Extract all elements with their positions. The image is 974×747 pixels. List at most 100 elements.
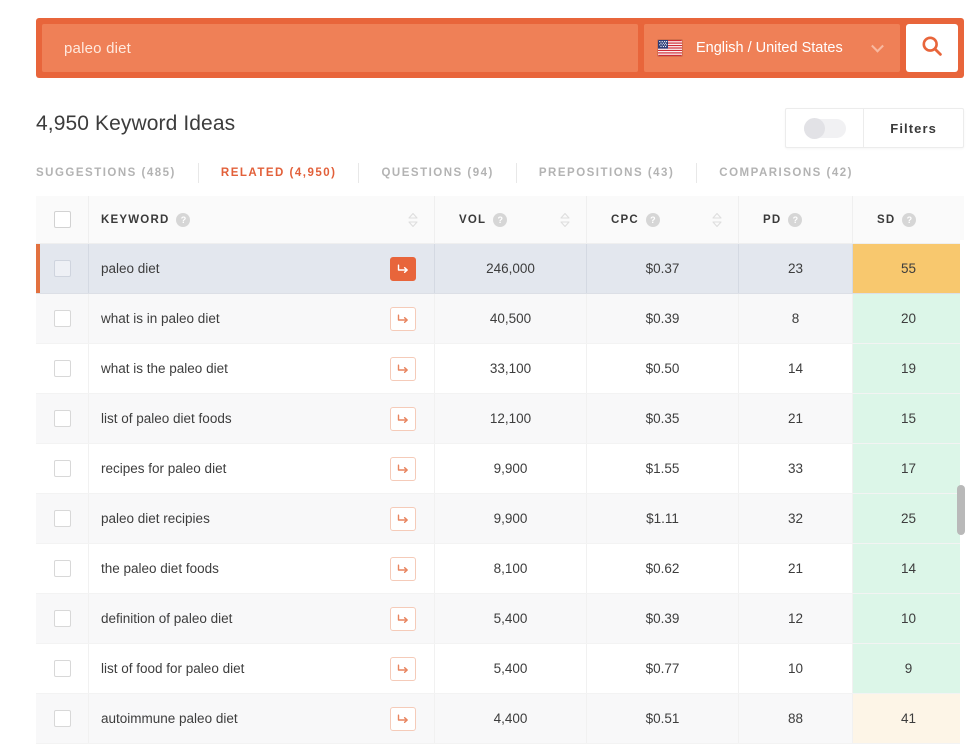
- search-icon: [920, 34, 944, 63]
- tab-comparisons[interactable]: COMPARISONS (42): [697, 167, 875, 179]
- table-body: paleo diet246,000$0.372355what is in pal…: [36, 244, 964, 744]
- cell-keyword[interactable]: list of paleo diet foods: [88, 394, 434, 443]
- cell-keyword[interactable]: list of food for paleo diet: [88, 644, 434, 693]
- scrollbar-thumb[interactable]: [957, 485, 965, 535]
- table-row[interactable]: paleo diet recipies9,900$1.113225: [36, 494, 964, 544]
- table-row[interactable]: what is the paleo diet33,100$0.501419: [36, 344, 964, 394]
- table-row[interactable]: autoimmune paleo diet4,400$0.518841: [36, 694, 964, 744]
- cell-sd: 9: [852, 644, 964, 693]
- cell-keyword[interactable]: what is in paleo diet: [88, 294, 434, 343]
- search-button[interactable]: [906, 24, 958, 72]
- keyword-text: definition of paleo diet: [101, 611, 382, 626]
- cell-keyword[interactable]: autoimmune paleo diet: [88, 694, 434, 743]
- sort-icon[interactable]: [560, 212, 570, 228]
- help-icon[interactable]: ?: [902, 213, 916, 227]
- pd-value: 33: [788, 461, 803, 476]
- keyword-text: what is the paleo diet: [101, 361, 382, 376]
- table-row[interactable]: paleo diet246,000$0.372355: [36, 244, 964, 294]
- table-header-row: KEYWORD ? VOL ?: [36, 196, 964, 244]
- table-row[interactable]: list of food for paleo diet5,400$0.77109: [36, 644, 964, 694]
- language-selector[interactable]: English / United States: [644, 24, 900, 72]
- arrow-turn-right-icon[interactable]: [390, 707, 416, 731]
- cell-pd: 21: [738, 544, 852, 593]
- cell-vol: 33,100: [434, 344, 586, 393]
- column-header-cpc[interactable]: CPC ?: [586, 196, 738, 243]
- cell-keyword[interactable]: the paleo diet foods: [88, 544, 434, 593]
- sort-icon[interactable]: [712, 212, 722, 228]
- tab-suggestions[interactable]: SUGGESTIONS (485): [36, 167, 198, 179]
- column-header-vol[interactable]: VOL ?: [434, 196, 586, 243]
- tab-questions[interactable]: QUESTIONS (94): [359, 167, 515, 179]
- checkbox-unchecked-icon: [54, 310, 71, 327]
- sd-value: 25: [901, 511, 916, 526]
- row-checkbox[interactable]: [36, 694, 88, 743]
- cpc-value: $1.55: [646, 461, 680, 476]
- search-input[interactable]: paleo diet: [42, 24, 638, 72]
- arrow-turn-right-icon[interactable]: [390, 307, 416, 331]
- cpc-value: $0.50: [646, 361, 680, 376]
- sd-value: 9: [905, 661, 913, 676]
- sd-value: 17: [901, 461, 916, 476]
- column-header-pd[interactable]: PD ?: [738, 196, 852, 243]
- cell-pd: 14: [738, 344, 852, 393]
- cell-keyword[interactable]: recipes for paleo diet: [88, 444, 434, 493]
- row-checkbox[interactable]: [36, 244, 88, 293]
- help-icon[interactable]: ?: [788, 213, 802, 227]
- cell-cpc: $0.35: [586, 394, 738, 443]
- row-checkbox[interactable]: [36, 594, 88, 643]
- arrow-turn-right-icon[interactable]: [390, 357, 416, 381]
- table-row[interactable]: what is in paleo diet40,500$0.39820: [36, 294, 964, 344]
- filters-button[interactable]: Filters: [864, 109, 963, 147]
- cell-keyword[interactable]: paleo diet: [88, 244, 434, 293]
- row-checkbox[interactable]: [36, 444, 88, 493]
- search-input-value: paleo diet: [64, 40, 131, 57]
- help-icon[interactable]: ?: [176, 213, 190, 227]
- cell-vol: 246,000: [434, 244, 586, 293]
- arrow-turn-right-icon[interactable]: [390, 407, 416, 431]
- row-checkbox[interactable]: [36, 494, 88, 543]
- tab-related[interactable]: RELATED (4,950): [199, 167, 359, 179]
- arrow-turn-right-icon[interactable]: [390, 457, 416, 481]
- arrow-turn-right-icon[interactable]: [390, 557, 416, 581]
- toggle-knob: [804, 118, 825, 139]
- column-header-sd[interactable]: SD ?: [852, 196, 964, 243]
- help-icon[interactable]: ?: [493, 213, 507, 227]
- table-row[interactable]: definition of paleo diet5,400$0.391210: [36, 594, 964, 644]
- filters-toggle[interactable]: [786, 109, 864, 147]
- checkbox-unchecked-icon: [54, 260, 71, 277]
- arrow-turn-right-icon[interactable]: [390, 657, 416, 681]
- pd-value: 21: [788, 561, 803, 576]
- pd-value: 12: [788, 611, 803, 626]
- cell-keyword[interactable]: what is the paleo diet: [88, 344, 434, 393]
- table-row[interactable]: recipes for paleo diet9,900$1.553317: [36, 444, 964, 494]
- arrow-turn-right-icon[interactable]: [390, 257, 416, 281]
- row-checkbox[interactable]: [36, 544, 88, 593]
- cell-cpc: $0.51: [586, 694, 738, 743]
- cell-vol: 12,100: [434, 394, 586, 443]
- scrollbar-track[interactable]: [960, 240, 970, 745]
- table-row[interactable]: list of paleo diet foods12,100$0.352115: [36, 394, 964, 444]
- row-checkbox[interactable]: [36, 644, 88, 693]
- sort-icon[interactable]: [408, 212, 418, 228]
- checkbox-unchecked-icon: [54, 710, 71, 727]
- row-checkbox[interactable]: [36, 344, 88, 393]
- column-header-keyword[interactable]: KEYWORD ?: [88, 196, 434, 243]
- vol-value: 9,900: [494, 511, 528, 526]
- vol-value: 33,100: [490, 361, 531, 376]
- select-all-checkbox[interactable]: [36, 196, 88, 243]
- cell-keyword[interactable]: definition of paleo diet: [88, 594, 434, 643]
- column-header-cpc-label: CPC: [611, 214, 639, 226]
- arrow-turn-right-icon[interactable]: [390, 607, 416, 631]
- row-checkbox[interactable]: [36, 394, 88, 443]
- chevron-down-icon[interactable]: [871, 40, 884, 53]
- cell-pd: 21: [738, 394, 852, 443]
- column-header-keyword-label: KEYWORD: [101, 214, 169, 226]
- sd-value: 41: [901, 711, 916, 726]
- row-checkbox[interactable]: [36, 294, 88, 343]
- cell-keyword[interactable]: paleo diet recipies: [88, 494, 434, 543]
- table-row[interactable]: the paleo diet foods8,100$0.622114: [36, 544, 964, 594]
- tab-prepositions[interactable]: PREPOSITIONS (43): [517, 167, 696, 179]
- help-icon[interactable]: ?: [646, 213, 660, 227]
- arrow-turn-right-icon[interactable]: [390, 507, 416, 531]
- vol-value: 12,100: [490, 411, 531, 426]
